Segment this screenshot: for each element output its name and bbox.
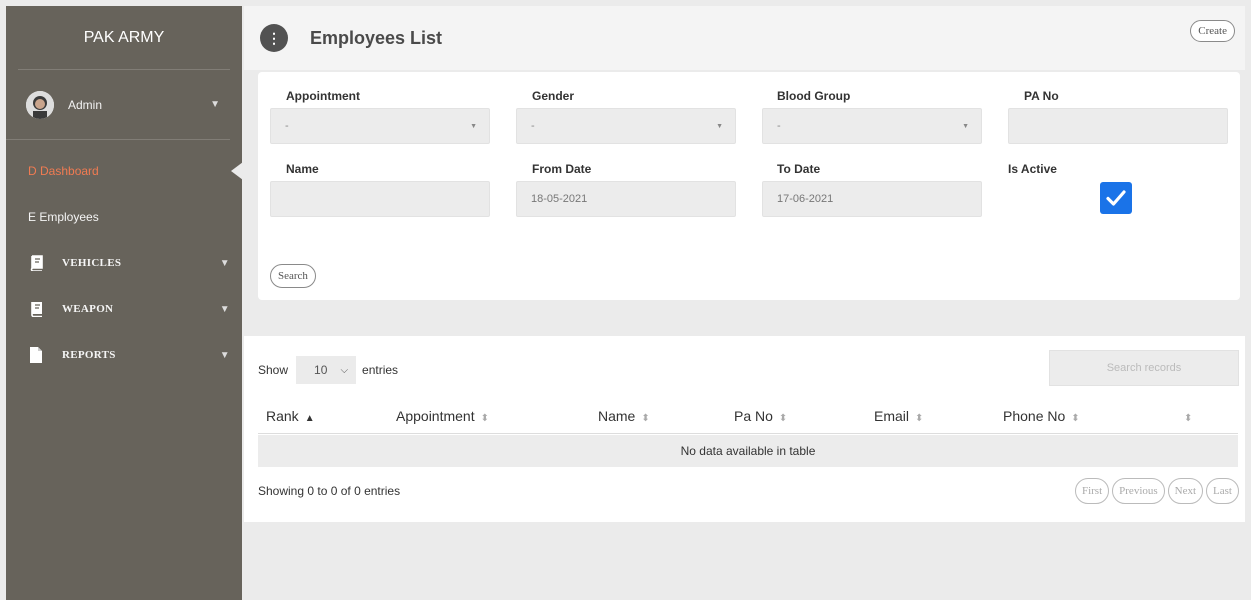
- column-header-name[interactable]: Name ⬍: [598, 408, 650, 424]
- blood-group-select[interactable]: - ▼: [762, 108, 982, 144]
- column-header-phone-no[interactable]: Phone No ⬍: [1003, 408, 1080, 424]
- select-arrow-icon: ▼: [716, 123, 723, 130]
- page-length-control: Show 10 ⌵ entries: [258, 356, 398, 384]
- sort-icon: ⬍: [1184, 413, 1193, 424]
- table-header: Rank ▲ Appointment ⬍ Name ⬍ Pa No ⬍ Email ⬍ P…: [258, 400, 1238, 434]
- create-button[interactable]: Create: [1190, 20, 1235, 42]
- is-active-label: Is Active: [1008, 162, 1057, 176]
- previous-page-button[interactable]: Previous: [1112, 478, 1165, 504]
- chevron-down-icon[interactable]: ▼: [210, 99, 220, 110]
- last-page-button[interactable]: Last: [1206, 478, 1239, 504]
- column-header-email[interactable]: Email ⬍: [874, 408, 923, 424]
- brand-title: PAK ARMY: [18, 6, 230, 70]
- next-page-button[interactable]: Next: [1167, 478, 1204, 504]
- to-date-label: To Date: [777, 162, 821, 176]
- more-vertical-icon[interactable]: ⋮: [260, 24, 288, 52]
- sidebar-item-reports[interactable]: REPORTS ▼: [6, 332, 242, 378]
- search-button[interactable]: Search: [270, 264, 316, 288]
- page-title: Employees List: [310, 27, 443, 48]
- column-header-label: Appointment: [396, 408, 475, 424]
- sort-icon: ⬍: [1071, 413, 1080, 424]
- sort-icon: ⬍: [641, 413, 650, 424]
- sidebar-item-dashboard[interactable]: D Dashboard: [6, 148, 243, 194]
- page-header: ⋮ Employees List Create: [244, 6, 1245, 70]
- from-date-input[interactable]: 18-05-2021: [516, 181, 736, 217]
- sort-asc-icon: ▲: [304, 413, 315, 424]
- search-records-input[interactable]: Search records: [1049, 350, 1239, 386]
- gender-select[interactable]: - ▼: [516, 108, 736, 144]
- avatar: [26, 90, 54, 119]
- name-label: Name: [286, 162, 319, 176]
- column-header-label: Name: [598, 408, 636, 424]
- sidebar: PAK ARMY Admin ▼ D Dashboard E Employees…: [6, 6, 243, 600]
- active-indicator: [231, 162, 243, 180]
- is-active-checkbox[interactable]: [1100, 182, 1132, 214]
- column-header-label: Phone No: [1003, 408, 1066, 424]
- user-name: Admin: [68, 97, 103, 112]
- to-date-input[interactable]: 17-06-2021: [762, 181, 982, 217]
- chevron-down-icon: ▼: [219, 257, 230, 269]
- sidebar-item-label: D Dashboard: [28, 164, 99, 178]
- blood-group-value: -: [777, 120, 781, 132]
- appointment-value: -: [285, 120, 289, 132]
- table-empty-row: No data available in table: [258, 435, 1238, 467]
- first-page-button[interactable]: First: [1074, 478, 1110, 504]
- sidebar-item-employees[interactable]: E Employees: [6, 194, 242, 240]
- sidebar-item-vehicles[interactable]: VEHICLES ▼: [6, 240, 242, 286]
- employees-table-panel: Show 10 ⌵ entries Search records Rank ▲ A…: [244, 336, 1245, 522]
- gender-label: Gender: [532, 89, 575, 103]
- column-header-label: Rank: [266, 408, 299, 424]
- pa-no-input[interactable]: [1008, 108, 1228, 144]
- sidebar-item-label: E Employees: [28, 210, 99, 224]
- table-info: Showing 0 to 0 of 0 entries: [258, 484, 401, 498]
- pa-no-label: PA No: [1024, 89, 1059, 103]
- file-icon: [28, 347, 44, 363]
- column-header-rank[interactable]: Rank ▲: [266, 408, 315, 424]
- select-arrow-icon: ▼: [470, 123, 477, 130]
- sidebar-item-label: WEAPON: [62, 303, 114, 315]
- avatar-photo-icon: [26, 90, 54, 119]
- sidebar-item-weapon[interactable]: WEAPON ▼: [6, 286, 242, 332]
- sort-icon: ⬍: [480, 413, 489, 424]
- page-length-select[interactable]: 10 ⌵: [296, 356, 357, 384]
- sidebar-item-label: VEHICLES: [62, 257, 122, 269]
- sidebar-item-label: REPORTS: [62, 349, 116, 361]
- checkmark-icon: [1106, 190, 1126, 206]
- name-input[interactable]: [270, 181, 490, 217]
- chevron-down-icon: ⌵: [340, 364, 349, 376]
- column-header-actions[interactable]: ⬍: [1178, 408, 1192, 424]
- book-icon: [28, 301, 44, 317]
- chevron-down-icon: ▼: [219, 349, 230, 361]
- select-arrow-icon: ▼: [962, 123, 969, 130]
- pagination: First Previous Next Last: [1074, 478, 1239, 504]
- appointment-label: Appointment: [286, 89, 360, 103]
- filter-panel: Appointment - ▼ Gender - ▼ Blood Group -…: [258, 72, 1240, 300]
- sort-icon: ⬍: [915, 413, 924, 424]
- sort-icon: ⬍: [778, 413, 788, 424]
- from-date-label: From Date: [532, 162, 592, 176]
- gender-value: -: [531, 120, 535, 132]
- page-length-value: 10: [314, 363, 328, 377]
- column-header-label: Pa No: [734, 408, 773, 424]
- entries-label: entries: [362, 363, 399, 377]
- book-icon: [28, 255, 44, 271]
- show-label: Show: [258, 363, 289, 377]
- chevron-down-icon: ▼: [219, 303, 230, 315]
- user-menu[interactable]: Admin ▼: [6, 70, 230, 140]
- appointment-select[interactable]: - ▼: [270, 108, 490, 144]
- blood-group-label: Blood Group: [777, 89, 851, 103]
- column-header-label: Email: [874, 408, 910, 424]
- column-header-pa-no[interactable]: Pa No ⬍: [734, 408, 787, 424]
- column-header-appointment[interactable]: Appointment ⬍: [396, 408, 489, 424]
